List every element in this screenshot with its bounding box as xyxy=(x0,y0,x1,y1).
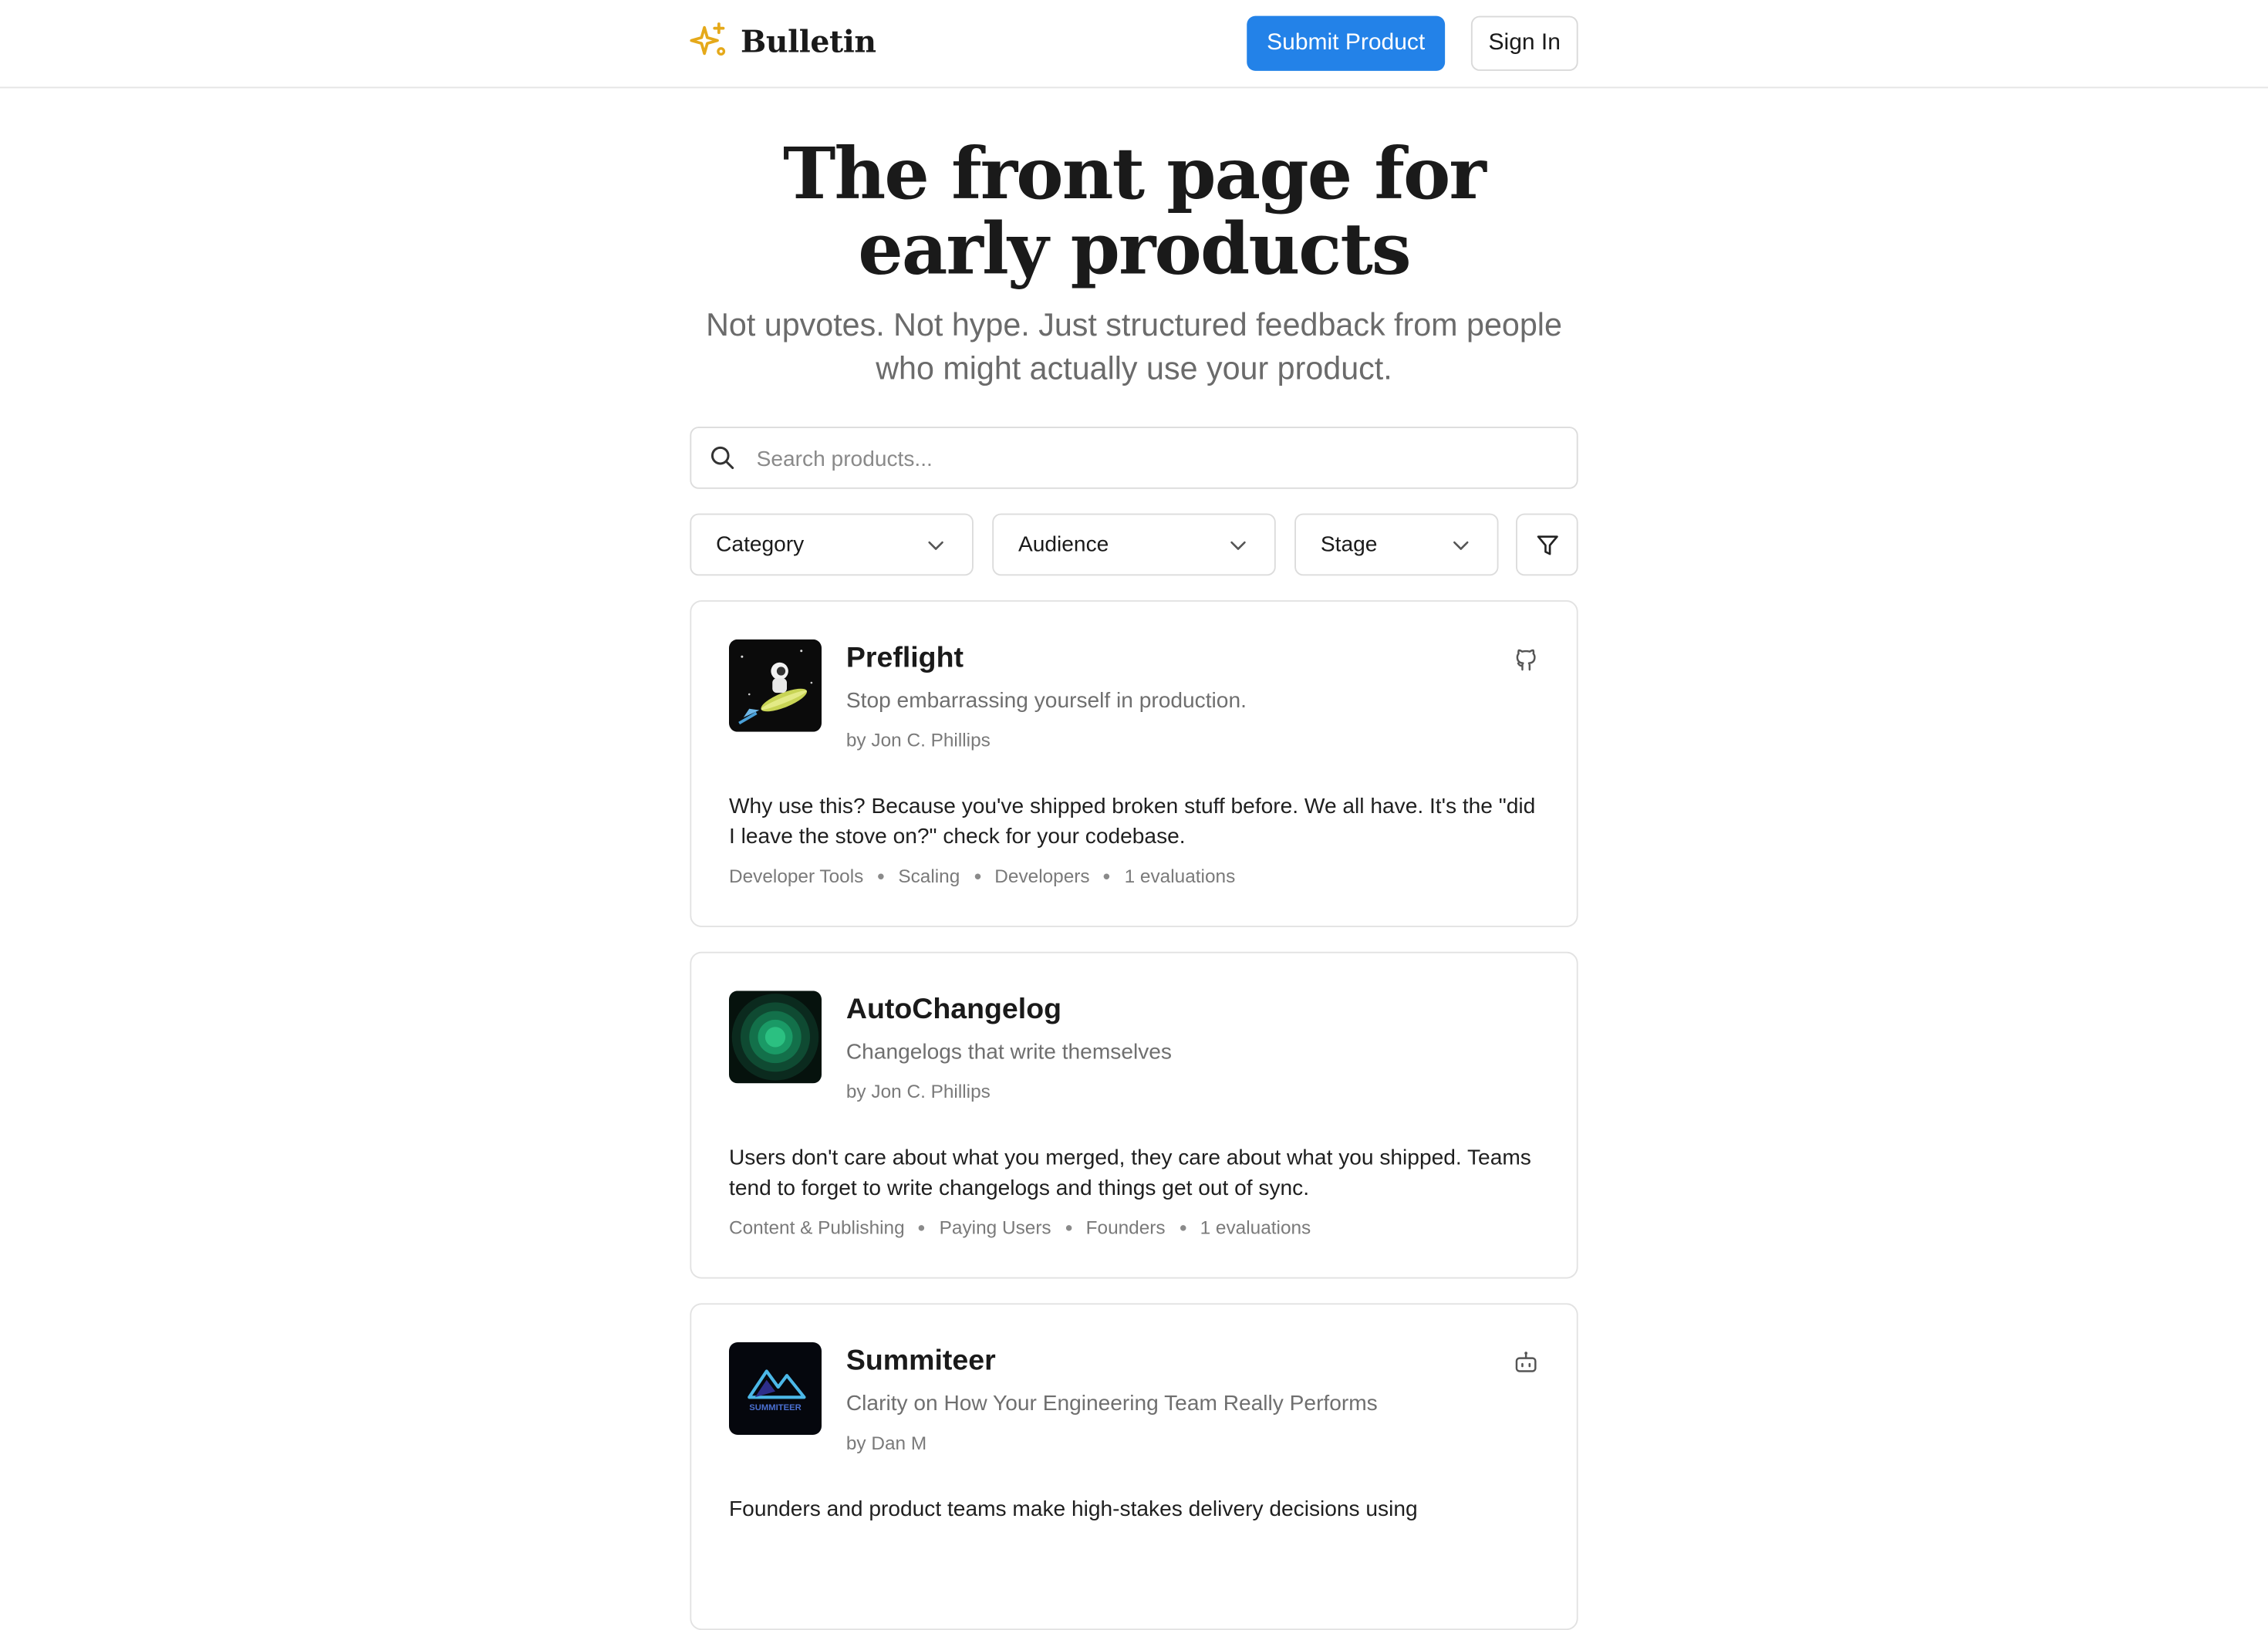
filter-button[interactable] xyxy=(1516,513,1578,576)
product-author: by Jon C. Phillips xyxy=(845,1080,991,1102)
meta-category: Developer Tools xyxy=(729,865,864,887)
product-name[interactable]: Preflight xyxy=(846,643,964,676)
meta-stage: Scaling xyxy=(898,865,960,887)
audience-select-label: Audience xyxy=(1018,532,1109,557)
product-description: Why use this? Because you've shipped bro… xyxy=(729,794,1536,849)
stage-select[interactable]: Stage xyxy=(1294,513,1499,576)
sparkles-icon xyxy=(690,22,726,56)
brand-logo[interactable]: Bulletin xyxy=(690,22,876,59)
product-meta: Content & Publishing Paying Users Founde… xyxy=(729,1217,1311,1238)
product-description: Founders and product teams make high-sta… xyxy=(729,1497,1418,1522)
chevron-down-icon xyxy=(1453,541,1469,550)
separator-dot xyxy=(1104,872,1110,879)
category-select[interactable]: Category xyxy=(690,513,974,576)
product-thumbnail xyxy=(729,990,822,1084)
meta-evaluations: 1 evaluations xyxy=(1124,865,1236,887)
mountain-logo-image: SUMMITEER xyxy=(729,1342,822,1435)
meta-audience: Developers xyxy=(994,865,1090,887)
product-meta: Developer Tools Scaling Developers 1 eva… xyxy=(729,865,1235,886)
chevron-down-icon xyxy=(928,541,943,550)
astronaut-rocket-image xyxy=(729,639,822,732)
product-tagline: Stop embarrassing yourself in production… xyxy=(845,688,1247,714)
sign-in-button[interactable]: Sign In xyxy=(1470,15,1578,71)
filter-icon xyxy=(1537,535,1558,555)
meta-stage: Paying Users xyxy=(939,1216,1051,1238)
product-thumbnail xyxy=(729,639,822,732)
product-card[interactable]: AutoChangelog Changelogs that write them… xyxy=(690,951,1578,1279)
audience-select[interactable]: Audience xyxy=(992,513,1276,576)
green-rings-image xyxy=(729,990,822,1084)
separator-dot xyxy=(1065,1224,1072,1230)
stage-select-label: Stage xyxy=(1320,532,1378,557)
meta-audience: Founders xyxy=(1085,1216,1166,1238)
meta-evaluations: 1 evaluations xyxy=(1200,1216,1311,1238)
hero-title: The front page for early products xyxy=(783,131,1487,291)
category-select-label: Category xyxy=(716,532,805,557)
separator-dot xyxy=(919,1224,925,1230)
submit-product-button[interactable]: Submit Product xyxy=(1247,15,1446,71)
separator-dot xyxy=(974,872,980,879)
chevron-down-icon xyxy=(1230,541,1246,550)
product-thumbnail: SUMMITEER xyxy=(729,1342,822,1435)
meta-category: Content & Publishing xyxy=(729,1216,905,1238)
product-tagline: Changelogs that write themselves xyxy=(845,1040,1172,1065)
hero-subtitle: Not upvotes. Not hype. Just structured f… xyxy=(706,306,1562,386)
separator-dot xyxy=(878,872,884,879)
search-icon xyxy=(710,446,734,470)
svg-text:SUMMITEER: SUMMITEER xyxy=(749,1403,802,1412)
product-card[interactable]: SUMMITEER Summiteer Clarity on How Your … xyxy=(690,1303,1578,1630)
product-name[interactable]: Summiteer xyxy=(846,1345,996,1379)
product-tagline: Clarity on How Your Engineering Team Rea… xyxy=(845,1391,1378,1416)
product-description: Users don't care about what you merged, … xyxy=(729,1146,1531,1201)
separator-dot xyxy=(1180,1224,1186,1230)
product-author: by Dan M xyxy=(845,1432,927,1454)
product-name[interactable]: AutoChangelog xyxy=(846,994,1061,1027)
brand-name: Bulletin xyxy=(741,22,876,59)
product-card[interactable]: Preflight Stop embarrassing yourself in … xyxy=(690,600,1578,927)
search-box xyxy=(690,427,1578,491)
robot-icon[interactable] xyxy=(1513,1349,1539,1375)
top-navigation-bar: Bulletin Submit Product Sign In xyxy=(0,0,2268,89)
product-author: by Jon C. Phillips xyxy=(845,729,991,751)
search-input[interactable] xyxy=(753,428,1570,491)
github-icon[interactable] xyxy=(1513,646,1539,673)
